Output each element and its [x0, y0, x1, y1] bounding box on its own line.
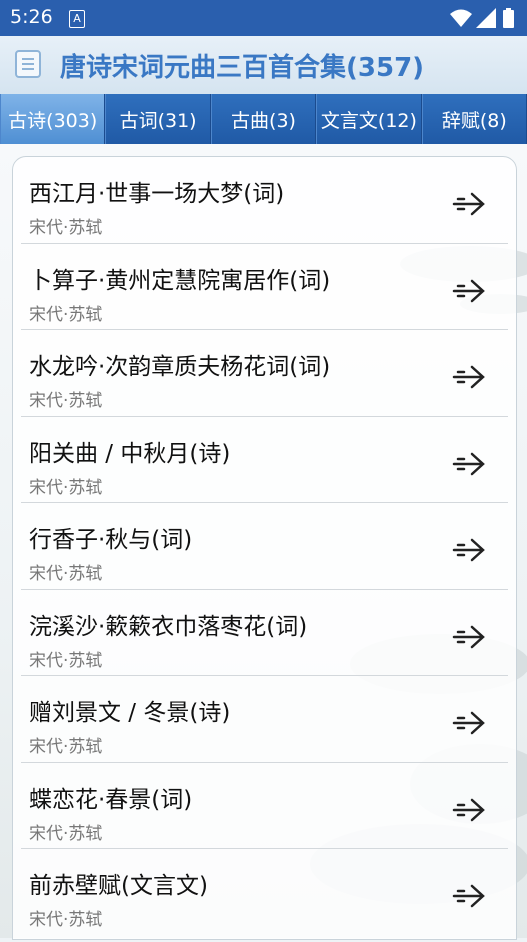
poem-author: 宋代·苏轼	[29, 218, 103, 238]
notification-icon: A	[69, 10, 85, 28]
status-bar: 5:26 A	[0, 0, 527, 36]
tab-wenyanwen[interactable]: 文言文(12)	[316, 94, 422, 144]
arrow-right-icon[interactable]	[452, 278, 486, 304]
arrow-right-icon[interactable]	[452, 797, 486, 823]
arrow-right-icon[interactable]	[452, 364, 486, 390]
list-item[interactable]: 水龙吟·次韵章质夫杨花词(词) 宋代·苏轼	[21, 330, 508, 417]
poem-title: 行香子·秋与(词)	[29, 527, 193, 553]
poem-author: 宋代·苏轼	[29, 564, 103, 584]
list-item[interactable]: 阳关曲 / 中秋月(诗) 宋代·苏轼	[21, 417, 508, 503]
list-item[interactable]: 西江月·世事一场大梦(词) 宋代·苏轼	[21, 157, 508, 244]
list-item[interactable]: 浣溪沙·簌簌衣巾落枣花(词) 宋代·苏轼	[21, 590, 508, 676]
tab-guqu[interactable]: 古曲(3)	[210, 94, 317, 144]
list-item[interactable]: 前赤壁赋(文言文) 宋代·苏轼	[21, 849, 508, 935]
tab-guci[interactable]: 古词(31)	[105, 94, 211, 144]
poem-author: 宋代·苏轼	[29, 910, 103, 930]
poem-author: 宋代·苏轼	[29, 477, 103, 498]
arrow-right-icon[interactable]	[452, 883, 486, 909]
menu-icon[interactable]	[15, 50, 41, 78]
arrow-right-icon[interactable]	[452, 537, 486, 563]
arrow-right-icon[interactable]	[452, 191, 486, 217]
poem-title: 浣溪沙·簌簌衣巾落枣花(词)	[29, 613, 308, 640]
status-time: 5:26	[10, 6, 53, 28]
poem-author: 宋代·苏轼	[29, 650, 103, 671]
tab-cifu[interactable]: 辞赋(8)	[421, 94, 527, 144]
list-item[interactable]: 赠刘景文 / 冬景(诗) 宋代·苏轼	[21, 676, 508, 763]
poem-title: 蝶恋花·春景(词)	[29, 786, 193, 813]
app-title: 唐诗宋词元曲三百首合集(357)	[60, 53, 425, 83]
poem-author: 宋代·苏轼	[29, 823, 103, 844]
poem-title: 西江月·世事一场大梦(词)	[29, 181, 285, 207]
list-item[interactable]: 卜算子·黄州定慧院寓居作(词) 宋代·苏轼	[21, 244, 508, 330]
poem-title: 前赤壁赋(文言文)	[29, 873, 208, 899]
list-item[interactable]: 行香子·秋与(词) 宋代·苏轼	[21, 503, 508, 590]
category-tabs: 古诗(303) 古词(31) 古曲(3) 文言文(12) 辞赋(8)	[0, 94, 527, 144]
arrow-right-icon[interactable]	[452, 710, 486, 736]
poem-title: 阳关曲 / 中秋月(诗)	[29, 440, 231, 467]
arrow-right-icon[interactable]	[452, 624, 486, 650]
arrow-right-icon[interactable]	[452, 451, 486, 477]
poem-title: 水龙吟·次韵章质夫杨花词(词)	[29, 354, 331, 380]
poem-author: 宋代·苏轼	[29, 737, 103, 757]
battery-icon	[503, 8, 514, 28]
app-header: 唐诗宋词元曲三百首合集(357)	[0, 36, 527, 95]
poem-title: 卜算子·黄州定慧院寓居作(词)	[29, 267, 331, 294]
signal-icon	[476, 8, 496, 28]
list-item[interactable]: 蝶恋花·春景(词) 宋代·苏轼	[21, 763, 508, 849]
tab-gushi[interactable]: 古诗(303)	[0, 94, 106, 144]
poem-title: 赠刘景文 / 冬景(诗)	[29, 700, 231, 726]
poem-author: 宋代·苏轼	[29, 304, 103, 325]
poem-author: 宋代·苏轼	[29, 391, 103, 411]
wifi-icon	[450, 9, 472, 27]
poem-list: 西江月·世事一场大梦(词) 宋代·苏轼 卜算子·黄州定慧院寓居作(词) 宋代·苏…	[12, 156, 517, 940]
